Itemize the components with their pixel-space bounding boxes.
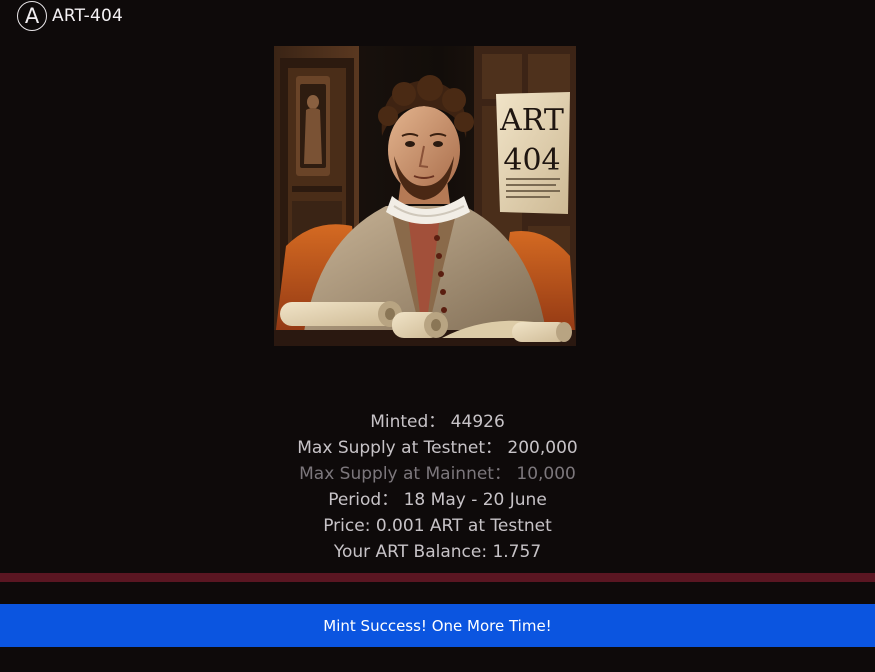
artwork-sign-line2: 404 <box>503 143 560 178</box>
nft-artwork: ART 404 <box>274 46 576 346</box>
max-supply-mainnet: Max Supply at Mainnet： 10,000 <box>299 464 576 484</box>
minted-count: Minted： 44926 <box>370 412 505 432</box>
artwork-sign-line1: ART <box>499 103 564 138</box>
brand[interactable]: A ART-404 <box>17 0 123 32</box>
section-divider <box>0 573 875 582</box>
mint-price: Price: 0.001 ART at Testnet <box>323 516 552 536</box>
max-supply-testnet: Max Supply at Testnet： 200,000 <box>297 438 578 458</box>
mint-period: Period： 18 May - 20 June <box>328 490 547 510</box>
brand-name: ART-404 <box>52 6 124 26</box>
mint-stats: Minted： 44926 Max Supply at Testnet： 200… <box>0 409 875 565</box>
brand-logo-icon: A <box>17 1 47 31</box>
art-balance: Your ART Balance: 1.757 <box>333 542 542 562</box>
mint-button[interactable]: Mint Success! One More Time! <box>0 604 875 647</box>
